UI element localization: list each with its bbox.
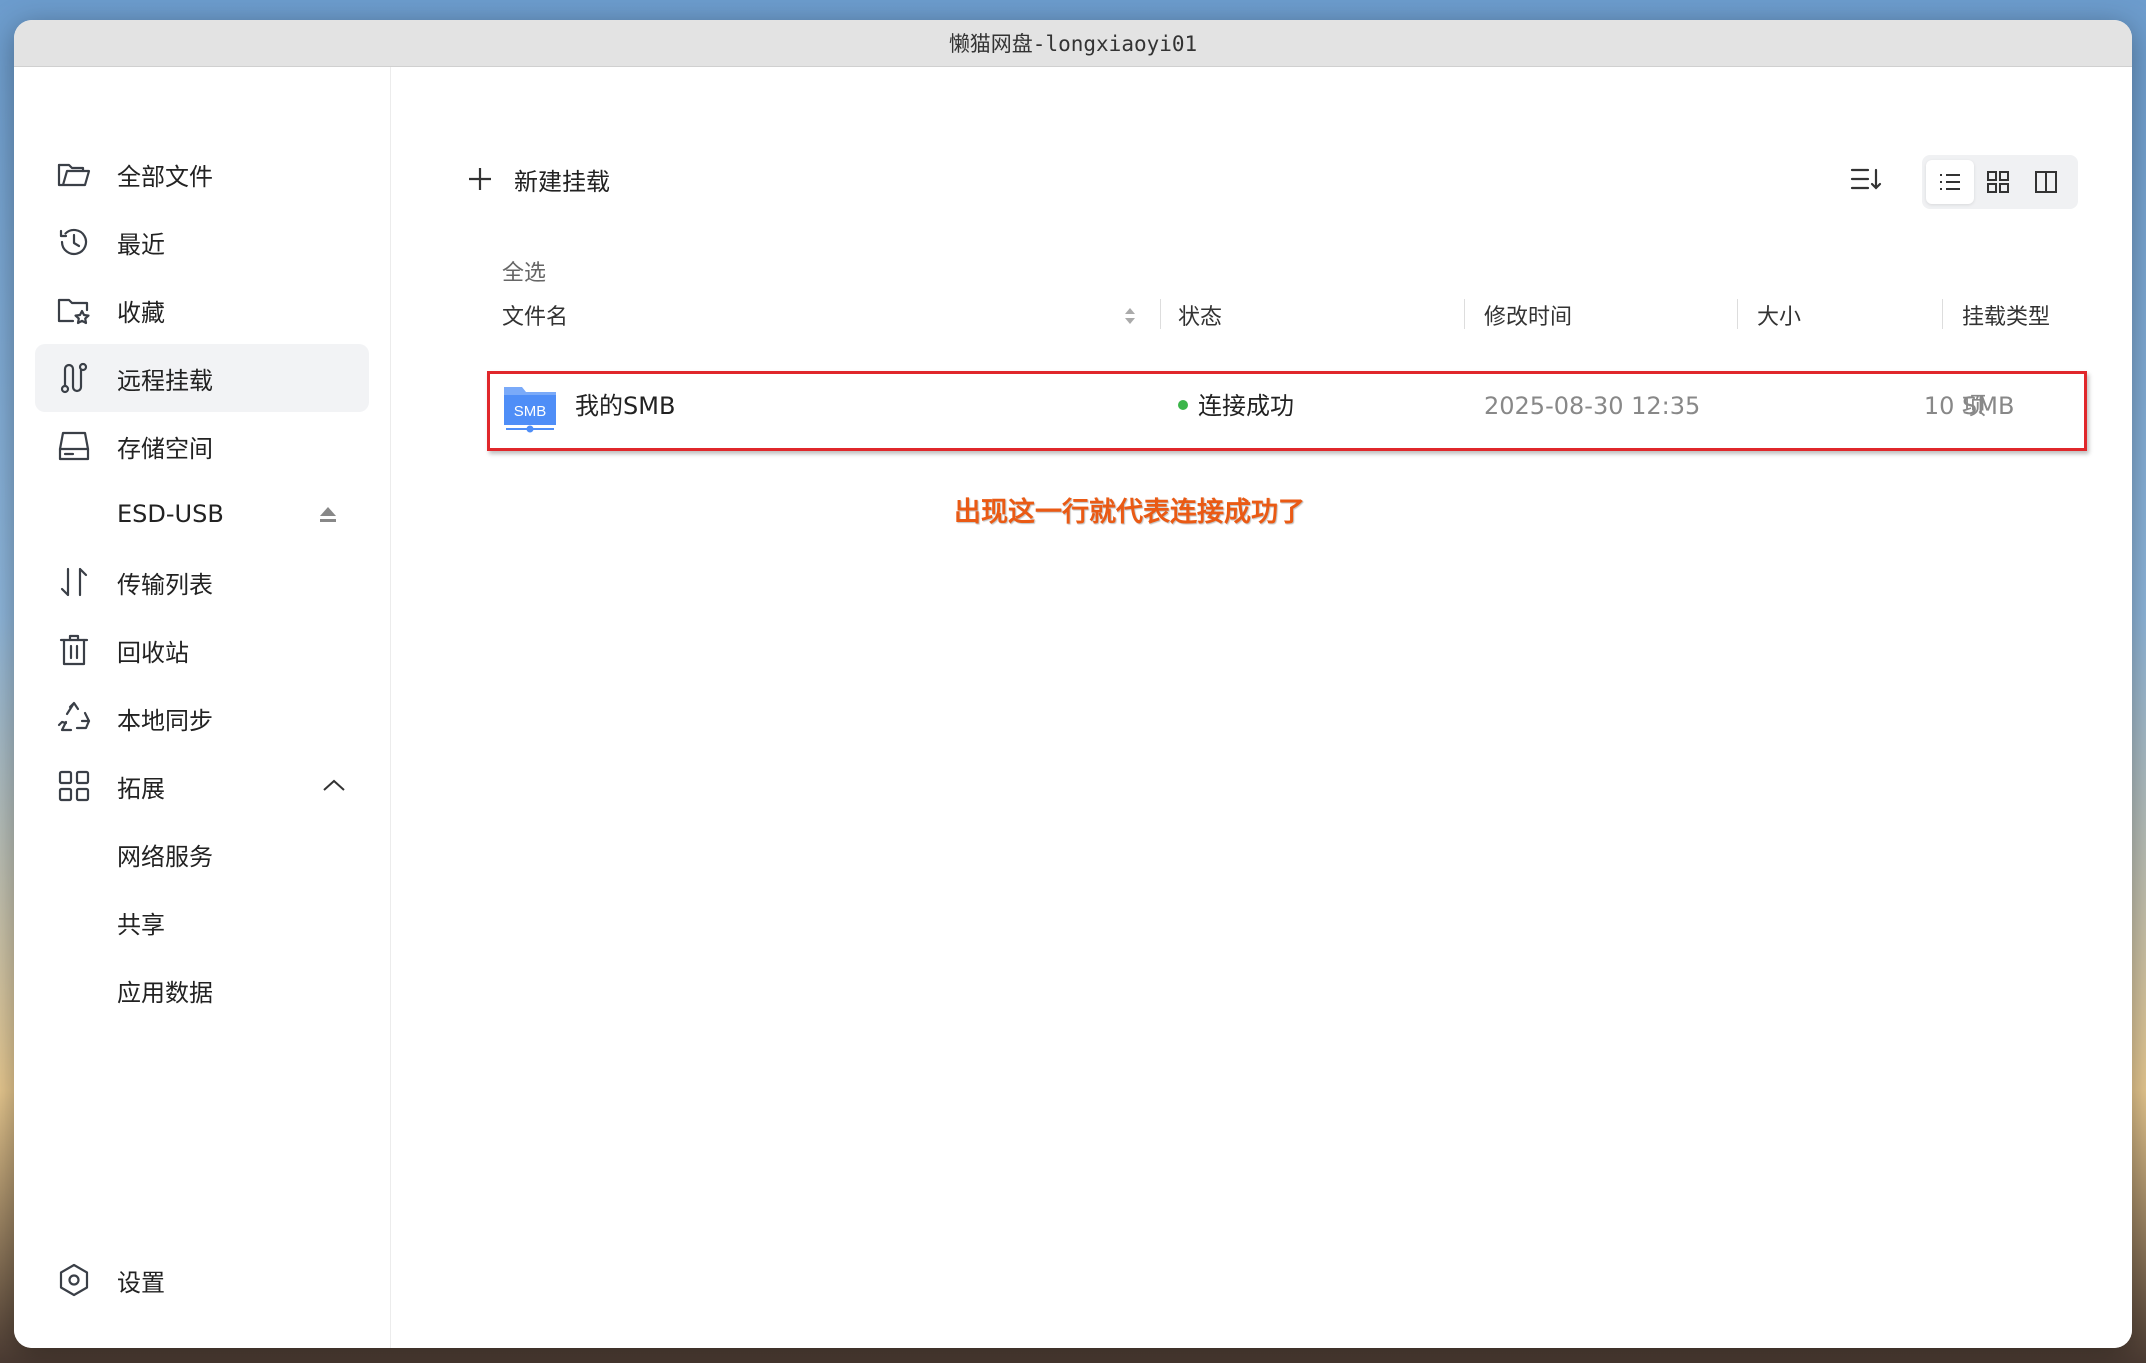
sidebar-item-extensions[interactable]: 拓展: [35, 752, 369, 820]
sidebar-item-trash[interactable]: 回收站: [35, 616, 369, 684]
sidebar-item-storage[interactable]: 存储空间: [35, 412, 369, 480]
list-view-icon: [1940, 174, 1960, 190]
new-mount-button[interactable]: 新建挂载: [466, 157, 610, 201]
sidebar-item-local-sync[interactable]: 本地同步: [35, 684, 369, 752]
sidebar-item-label: 回收站: [117, 638, 189, 667]
sidebar-item-favorites[interactable]: 收藏: [35, 276, 369, 344]
folder-open-icon: [55, 155, 93, 193]
title-bar[interactable]: 懒猫网盘-longxiaoyi01: [14, 20, 2132, 67]
sidebar-item-label: 网络服务: [117, 842, 213, 871]
hard-drive-icon: [55, 427, 93, 465]
grid-view-button[interactable]: [1974, 160, 2022, 204]
recycle-sync-icon: [55, 699, 93, 737]
sidebar-item-label: 设置: [117, 1268, 165, 1297]
grid-apps-icon: [55, 767, 93, 805]
sort-arrows-icon[interactable]: [1122, 305, 1138, 327]
column-header-filename[interactable]: 文件名: [502, 299, 568, 331]
sidebar-item-label: 共享: [117, 910, 165, 939]
main-content: 新建挂载 全选 文件名 状态 修改时间 大小 挂载类型 SMB 我的SMB 连接…: [391, 67, 2132, 1348]
window-title: 懒猫网盘-longxiaoyi01: [948, 32, 1198, 56]
sidebar-item-all-files[interactable]: 全部文件: [35, 140, 369, 208]
new-mount-label: 新建挂载: [514, 167, 610, 196]
view-mode-toggle: [1922, 155, 2078, 209]
column-header-modified[interactable]: 修改时间: [1484, 299, 1572, 331]
sidebar-item-network-services[interactable]: 网络服务: [35, 820, 369, 888]
sidebar-item-app-data[interactable]: 应用数据: [35, 956, 369, 1024]
sidebar-item-settings[interactable]: 设置: [35, 1246, 369, 1314]
eject-icon[interactable]: [315, 501, 341, 527]
sidebar-item-esd-usb[interactable]: ESD-USB: [35, 480, 369, 548]
sidebar-item-label: 最近: [117, 230, 165, 259]
column-header-status[interactable]: 状态: [1178, 299, 1222, 331]
history-icon: [55, 223, 93, 261]
sidebar-item-label: 应用数据: [117, 978, 213, 1007]
sidebar-item-label: 收藏: [117, 298, 165, 327]
annotation-text: 出现这一行就代表连接成功了: [954, 497, 1305, 528]
folder-star-icon: [55, 291, 93, 329]
column-divider: [1160, 299, 1161, 329]
remote-mount-icon: [55, 359, 93, 397]
app-window: 懒猫网盘-longxiaoyi01 全部文件 最近 收藏 远程挂载 存储空间 E…: [14, 20, 2132, 1348]
split-view-icon: [2035, 171, 2057, 193]
chevron-up-icon[interactable]: [321, 773, 347, 799]
trash-icon: [55, 631, 93, 669]
sidebar-item-label: 全部文件: [117, 162, 213, 191]
sidebar-item-transfers[interactable]: 传输列表: [35, 548, 369, 616]
sidebar-item-remote-mount[interactable]: 远程挂载: [35, 344, 369, 412]
transfer-icon: [55, 563, 93, 601]
sidebar-item-label: 传输列表: [117, 570, 213, 599]
sort-button[interactable]: [1848, 161, 1884, 197]
sidebar-item-recent[interactable]: 最近: [35, 208, 369, 276]
settings-icon: [55, 1261, 93, 1299]
sidebar-item-label: ESD-USB: [117, 500, 224, 528]
column-header-mount-type[interactable]: 挂载类型: [1962, 299, 2050, 331]
column-divider: [1942, 299, 1943, 329]
split-view-button[interactable]: [2022, 160, 2070, 204]
sidebar-item-label: 远程挂载: [117, 366, 213, 395]
list-view-button[interactable]: [1926, 160, 1974, 204]
sidebar-item-label: 拓展: [117, 774, 165, 803]
sidebar: 全部文件 最近 收藏 远程挂载 存储空间 ESD-USB 传输列表 回收站 本地…: [14, 67, 391, 1348]
sidebar-item-label: 本地同步: [117, 706, 213, 735]
column-divider: [1737, 299, 1738, 329]
sidebar-item-label: 存储空间: [117, 434, 213, 463]
column-divider: [1464, 299, 1465, 329]
sidebar-item-share[interactable]: 共享: [35, 888, 369, 956]
column-header-size[interactable]: 大小: [1757, 299, 1801, 331]
grid-view-icon: [1987, 171, 2009, 193]
plus-icon: [469, 168, 491, 190]
sort-icon: [1850, 168, 1882, 190]
select-all-button[interactable]: 全选: [502, 255, 546, 287]
highlight-box: [487, 371, 2087, 451]
